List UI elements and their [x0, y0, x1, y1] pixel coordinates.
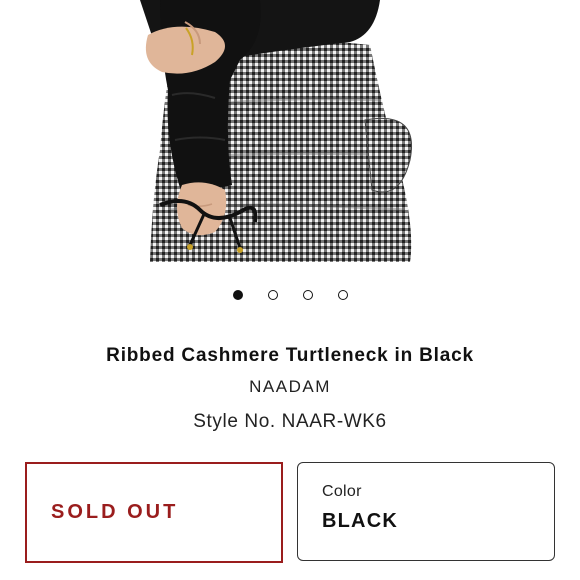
product-image[interactable] [0, 0, 580, 262]
sold-out-button[interactable]: SOLD OUT [25, 462, 283, 563]
carousel-dot-2[interactable] [267, 290, 278, 300]
sold-out-label: SOLD OUT [51, 501, 179, 523]
product-photo-illustration [140, 0, 412, 262]
carousel-dot-3[interactable] [302, 290, 313, 300]
carousel-dot-4[interactable] [337, 290, 348, 300]
brand-name[interactable]: NAADAM [0, 377, 580, 397]
product-title: Ribbed Cashmere Turtleneck in Black [106, 345, 474, 366]
color-label: Color [322, 483, 362, 500]
style-number: Style No. NAAR-WK6 [193, 411, 387, 432]
carousel-indicators [0, 290, 580, 300]
carousel-dot-1[interactable] [232, 290, 243, 300]
color-selector[interactable]: Color BLACK [297, 462, 555, 561]
color-value: BLACK [322, 510, 398, 532]
